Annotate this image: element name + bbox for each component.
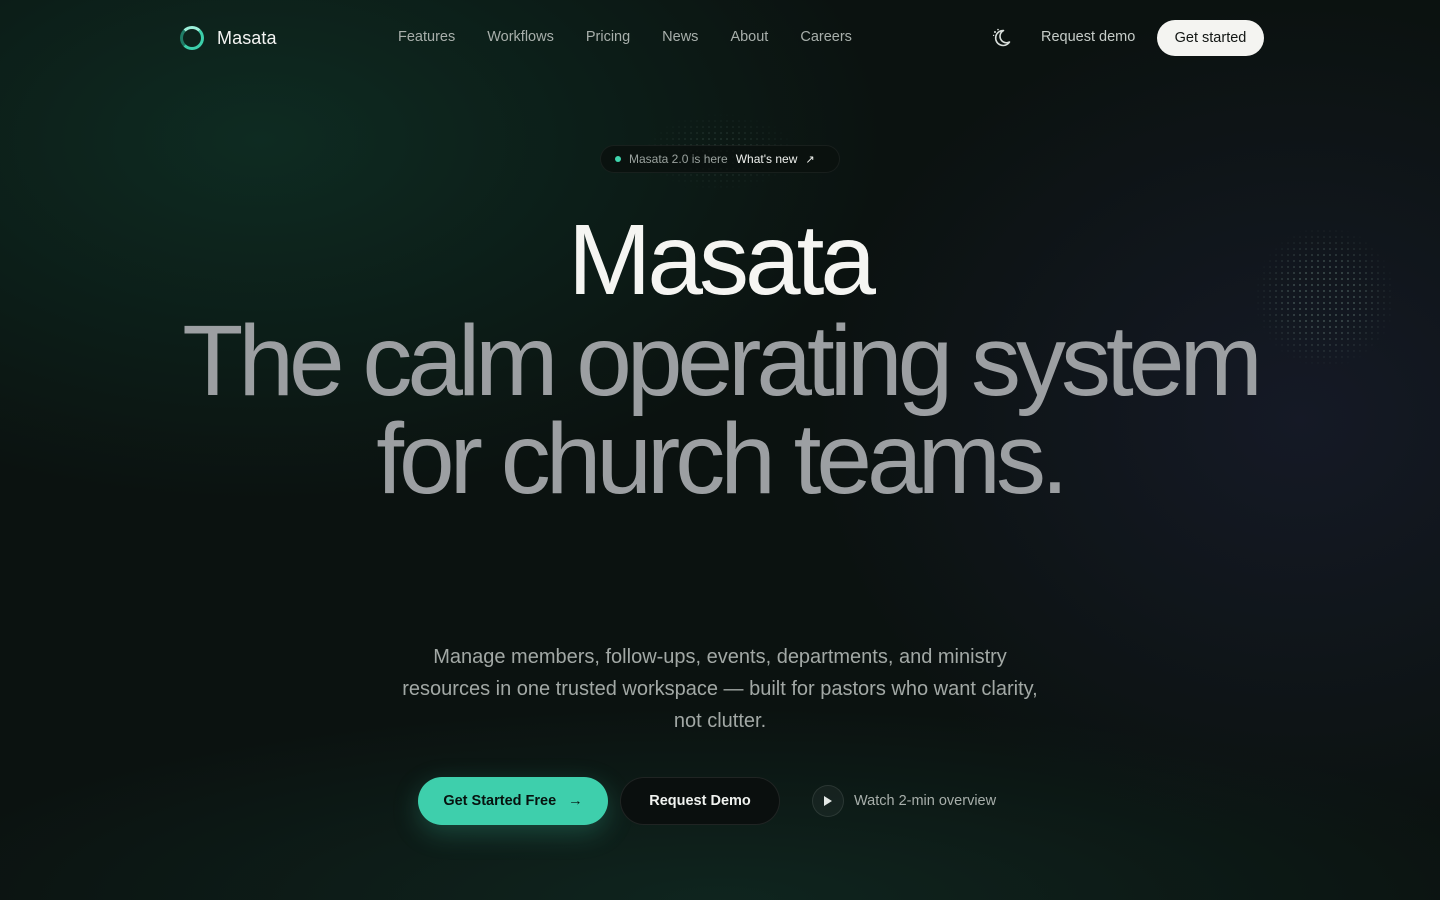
brand-name: Masata [217, 27, 277, 48]
badge-text: Masata 2.0 is here [629, 152, 728, 166]
main-menu: Features Workflows Pricing News About Ca… [398, 29, 852, 45]
arrow-right-icon: → [568, 793, 583, 809]
ring-logo-icon [180, 26, 204, 50]
request-demo-link[interactable]: Request demo [1041, 29, 1135, 45]
nav-link-news[interactable]: News [662, 29, 698, 45]
nav-link-careers[interactable]: Careers [800, 29, 852, 45]
watch-overview-label: Watch 2-min overview [854, 793, 997, 809]
request-demo-button[interactable]: Request Demo [620, 777, 780, 825]
hero-headline: The calm operating system for church tea… [182, 305, 1263, 515]
nav-link-pricing[interactable]: Pricing [586, 29, 630, 45]
play-icon [824, 796, 832, 806]
get-started-button[interactable]: Get started [1157, 20, 1264, 56]
whats-new-link[interactable]: What's new [736, 152, 798, 166]
get-started-free-button[interactable]: Get Started Free → [418, 777, 608, 825]
status-dot [615, 156, 621, 162]
nav-link-workflows[interactable]: Workflows [487, 29, 554, 45]
arrow-up-right-icon: ↗ [805, 153, 815, 166]
top-navigation: Masata Features Workflows Pricing News A… [0, 0, 1440, 76]
announcement-badge[interactable]: Masata 2.0 is here What's new ↗ [600, 145, 840, 173]
brand-logo-link[interactable]: Masata [180, 26, 277, 50]
nav-link-about[interactable]: About [730, 29, 768, 45]
hero-subtitle: Manage members, follow-ups, events, depa… [402, 646, 1038, 732]
hero-title: Masata [568, 204, 876, 316]
theme-toggle-button[interactable] [990, 26, 1014, 50]
moon-icon [992, 28, 1011, 47]
play-button[interactable] [812, 785, 844, 817]
get-started-free-label: Get Started Free [443, 793, 557, 809]
watch-overview-button[interactable]: Watch 2-min overview [812, 785, 996, 817]
nav-link-features[interactable]: Features [398, 29, 455, 45]
